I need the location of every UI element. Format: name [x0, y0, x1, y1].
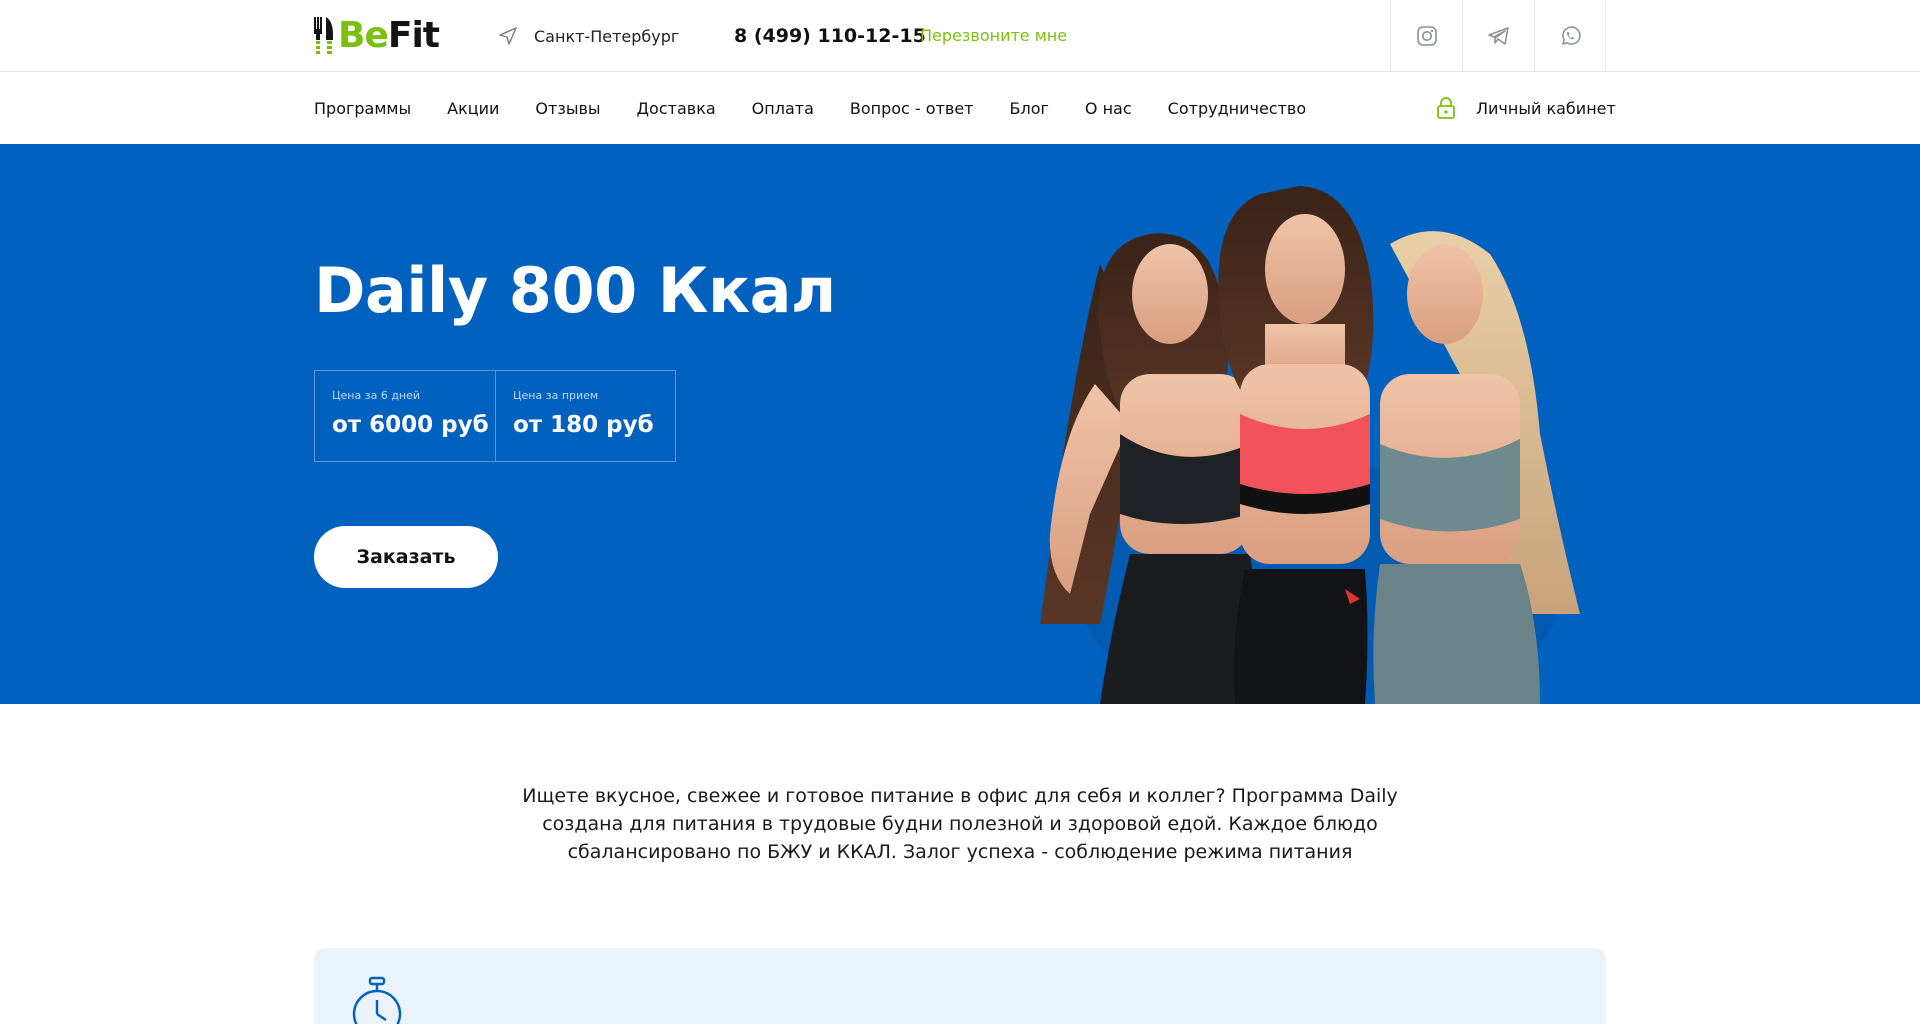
fork-knife-icon	[314, 15, 334, 57]
city-name: Санкт-Петербург	[534, 26, 680, 46]
nav-item-promotions[interactable]: Акции	[447, 99, 499, 118]
stopwatch-icon	[352, 976, 402, 1024]
top-bar: BeFit Санкт-Петербург 8 (499) 110-12-15 …	[0, 0, 1920, 72]
nav-item-faq[interactable]: Вопрос - ответ	[850, 99, 974, 118]
nav-item-about[interactable]: О нас	[1085, 99, 1132, 118]
price-label: Цена за 6 дней	[332, 389, 421, 402]
order-button[interactable]: Заказать	[314, 526, 498, 588]
price-label: Цена за прием	[513, 389, 599, 402]
nav-item-partnership[interactable]: Сотрудничество	[1168, 99, 1306, 118]
price-cell-6-days: Цена за 6 дней от 6000 руб	[315, 371, 495, 461]
feature-card	[314, 948, 1606, 1024]
logo-part-be: Be	[338, 15, 389, 56]
telegram-icon	[1487, 27, 1509, 45]
nav-item-payment[interactable]: Оплата	[752, 99, 814, 118]
account-label: Личный кабинет	[1476, 98, 1616, 118]
hero-title: Daily 800 Ккал	[314, 254, 836, 327]
whatsapp-button[interactable]	[1534, 0, 1606, 72]
price-cell-per-meal: Цена за прием от 180 руб	[495, 371, 675, 461]
price-value: от 6000 руб	[332, 412, 489, 438]
befit-logo[interactable]: BeFit	[314, 14, 440, 58]
social-links	[1390, 0, 1606, 72]
logo-part-fit: Fit	[387, 15, 440, 56]
city-selector[interactable]: Санкт-Петербург	[498, 22, 679, 50]
hero-photo-three-women	[1040, 186, 1580, 704]
nav-item-reviews[interactable]: Отзывы	[535, 99, 600, 118]
logo-text: BeFit	[338, 14, 440, 58]
instagram-icon	[1416, 26, 1437, 46]
phone-number[interactable]: 8 (499) 110-12-15	[734, 22, 926, 50]
whatsapp-icon	[1562, 26, 1581, 45]
account-link[interactable]: Личный кабинет	[1436, 72, 1616, 144]
main-nav: Программы Акции Отзывы Доставка Оплата В…	[0, 72, 1920, 144]
instagram-button[interactable]	[1390, 0, 1462, 72]
nav-item-blog[interactable]: Блог	[1010, 99, 1049, 118]
hero-section: Daily 800 Ккал Цена за 6 дней от 6000 ру…	[0, 144, 1920, 704]
callback-link[interactable]: Перезвоните мне	[920, 22, 1067, 50]
nav-item-delivery[interactable]: Доставка	[637, 99, 716, 118]
program-description: Ищете вкусное, свежее и готовое питание …	[522, 785, 1398, 863]
price-box: Цена за 6 дней от 6000 руб Цена за прием…	[314, 370, 676, 462]
location-arrow-icon	[499, 27, 517, 45]
telegram-button[interactable]	[1462, 0, 1534, 72]
nav-items: Программы Акции Отзывы Доставка Оплата В…	[314, 72, 1342, 144]
price-value: от 180 руб	[513, 412, 654, 438]
nav-item-programs[interactable]: Программы	[314, 99, 411, 118]
lock-icon	[1437, 97, 1455, 119]
